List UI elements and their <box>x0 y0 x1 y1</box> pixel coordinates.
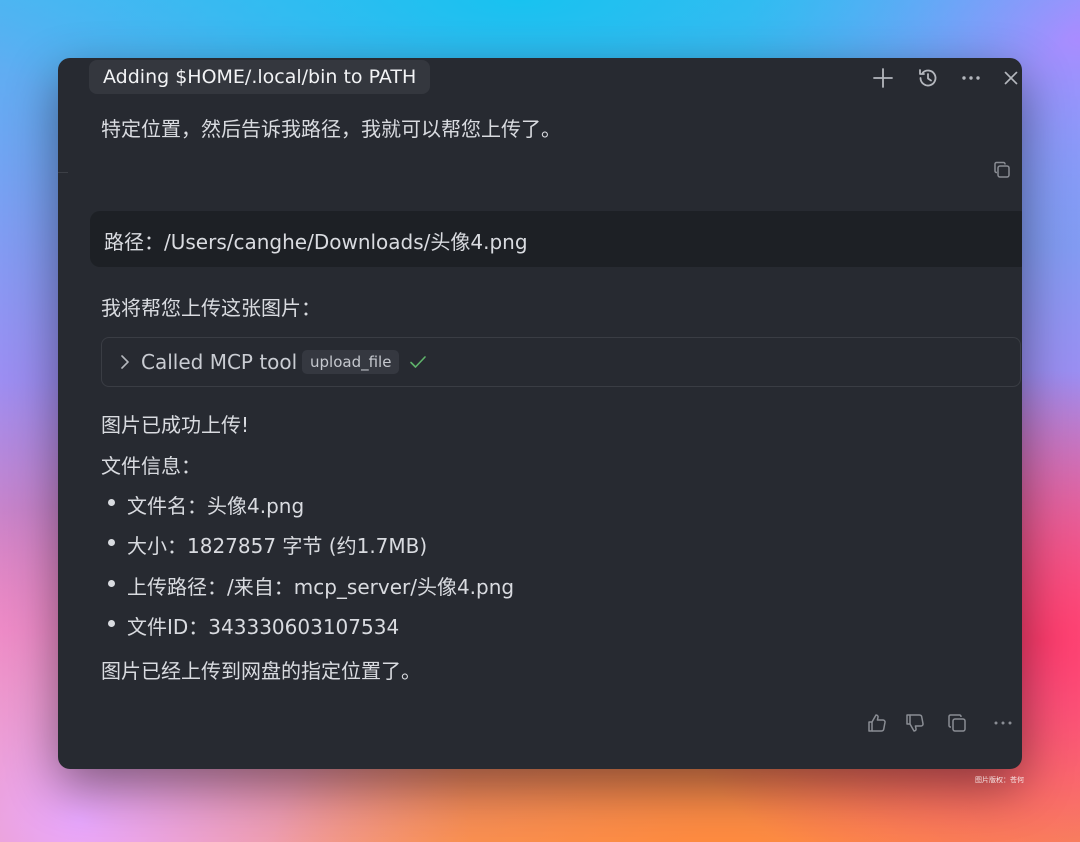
list-item: 文件ID：343330603107534 <box>127 615 400 639</box>
tool-call-block[interactable]: Called MCP tool upload_file <box>101 337 1021 387</box>
bullet <box>108 580 115 587</box>
tool-name-badge: upload_file <box>302 350 400 374</box>
thumbs-up-icon[interactable] <box>866 712 888 734</box>
list-item: 文件名：头像4.png <box>127 494 305 518</box>
list-item: 大小：1827857 字节 (约1.7MB) <box>127 534 428 558</box>
thumbs-down-icon[interactable] <box>904 712 926 734</box>
copy-icon[interactable] <box>946 712 968 734</box>
divider <box>58 172 68 173</box>
info-heading: 文件信息： <box>101 454 201 478</box>
previous-message-tail: 特定位置，然后告诉我路径，我就可以帮您上传了。 <box>101 117 561 141</box>
chevron-right-icon <box>121 355 129 369</box>
user-message-bubble: 路径：/Users/canghe/Downloads/头像4.png <box>90 211 1022 267</box>
watermark: 图片版权：苍何 <box>975 776 1024 784</box>
user-message: 路径：/Users/canghe/Downloads/头像4.png <box>104 230 528 254</box>
more-icon[interactable] <box>957 64 985 92</box>
list-item: 上传路径：/来自：mcp_server/头像4.png <box>127 575 515 599</box>
conversation-title: Adding $HOME/.local/bin to PATH <box>103 66 417 88</box>
bullet <box>108 499 115 506</box>
tool-call-label: Called MCP tool <box>141 350 298 374</box>
result-heading: 图片已成功上传! <box>101 413 250 437</box>
bullet <box>108 620 115 627</box>
close-icon[interactable] <box>1000 64 1022 92</box>
plus-icon[interactable] <box>869 64 897 92</box>
more-icon[interactable] <box>992 712 1014 734</box>
history-icon[interactable] <box>914 64 942 92</box>
bullet <box>108 539 115 546</box>
check-icon <box>410 356 426 368</box>
assistant-intro: 我将帮您上传这张图片： <box>101 296 321 320</box>
conversation-tab[interactable]: Adding $HOME/.local/bin to PATH <box>89 60 431 94</box>
copy-icon[interactable] <box>992 160 1012 180</box>
closing-message: 图片已经上传到网盘的指定位置了。 <box>101 659 421 683</box>
chat-panel: Adding $HOME/.local/bin to PATH 特定位置，然后告… <box>58 58 1022 769</box>
